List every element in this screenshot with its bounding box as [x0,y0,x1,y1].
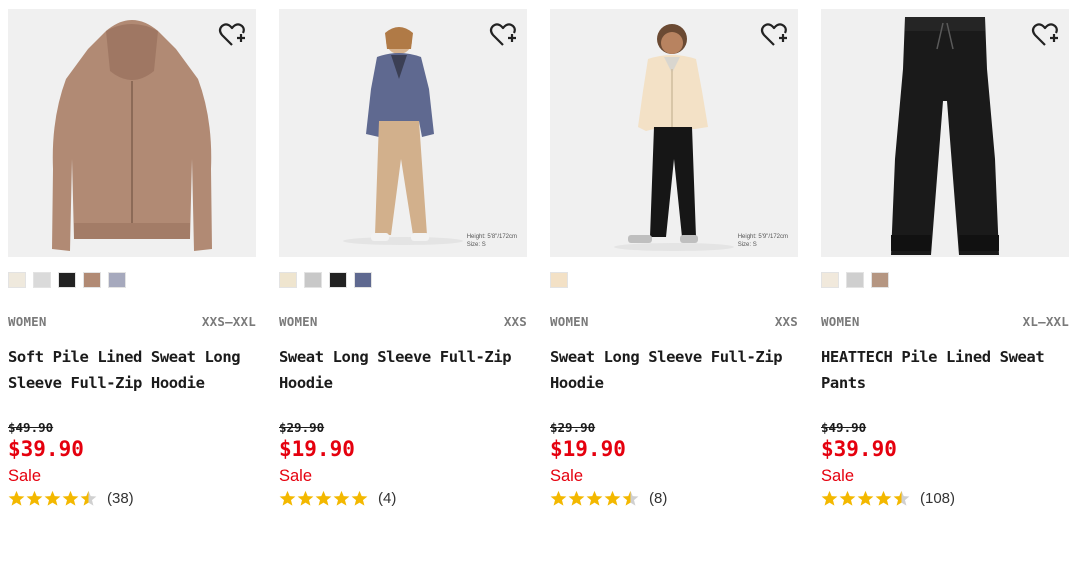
product-meta: WOMEN XXS–XXL [8,314,256,330]
sale-price: $39.90 [821,437,897,461]
size-range: XL–XXL [1022,314,1069,329]
star-icon [8,490,25,506]
original-price: $29.90 [279,420,325,435]
star-icon [821,490,838,506]
star-icon [875,490,892,506]
color-swatch[interactable] [329,272,347,288]
color-swatches [8,272,256,288]
review-count[interactable]: (108) [920,490,955,507]
original-price: $49.90 [821,420,867,435]
star-rating [279,490,368,507]
heart-plus-icon[interactable] [218,21,246,49]
size-range: XXS [774,314,798,329]
product-image[interactable] [821,9,1069,257]
sale-flag: Sale [279,467,313,485]
star-icon [568,490,585,506]
star-icon [26,490,43,506]
product-image[interactable]: Height: 5'8"/172cm Size: S [279,9,527,257]
review-count[interactable]: (4) [378,490,396,507]
rating: (8) [550,487,798,509]
color-swatches [550,272,798,288]
color-swatch[interactable] [846,272,864,288]
review-count[interactable]: (38) [107,490,134,507]
product-card[interactable]: Height: 5'8"/172cm Size: S WOMEN XXS Swe… [279,9,527,509]
category-label: WOMEN [550,314,589,329]
color-swatch[interactable] [821,272,839,288]
product-name[interactable]: HEATTECH Pile Lined Sweat Pants [821,344,1069,420]
product-meta: WOMEN XL–XXL [821,314,1069,330]
star-rating [550,490,639,507]
sale-price: $19.90 [279,437,355,461]
star-rating [8,490,97,507]
star-icon [857,490,874,506]
star-icon [315,490,332,506]
color-swatch[interactable] [58,272,76,288]
size-range: XXS [503,314,527,329]
sale-flag: Sale [550,467,584,485]
category-label: WOMEN [821,314,860,329]
rating: (108) [821,487,1069,509]
product-name[interactable]: Soft Pile Lined Sweat Long Sleeve Full-Z… [8,344,256,420]
star-icon [62,490,79,506]
star-icon [550,490,567,506]
product-card[interactable]: WOMEN XL–XXL HEATTECH Pile Lined Sweat P… [821,9,1069,509]
color-swatch[interactable] [304,272,322,288]
heart-plus-icon[interactable] [489,21,517,49]
product-name[interactable]: Sweat Long Sleeve Full-Zip Hoodie [279,344,527,420]
model-size: Size: S [466,242,486,248]
color-swatch[interactable] [550,272,568,288]
heart-plus-icon[interactable] [1031,21,1059,49]
rating: (4) [279,487,527,509]
star-icon [893,490,910,506]
product-card[interactable]: WOMEN XXS–XXL Soft Pile Lined Sweat Long… [8,9,256,509]
original-price: $49.90 [8,420,54,435]
color-swatches [279,272,527,288]
color-swatch[interactable] [871,272,889,288]
model-size: Size: S [737,242,757,248]
review-count[interactable]: (8) [649,490,667,507]
product-meta: WOMEN XXS [550,314,798,330]
star-icon [279,490,296,506]
color-swatch[interactable] [83,272,101,288]
category-label: WOMEN [279,314,318,329]
heart-plus-icon[interactable] [760,21,788,49]
star-icon [44,490,61,506]
model-height: Height: 5'9"/172cm [737,234,788,240]
star-icon [622,490,639,506]
model-size-caption: Height: 5'8"/172cm Size: S [467,233,517,249]
color-swatch[interactable] [108,272,126,288]
product-grid: WOMEN XXS–XXL Soft Pile Lined Sweat Long… [8,9,1069,509]
category-label: WOMEN [8,314,47,329]
star-icon [333,490,350,506]
star-icon [839,490,856,506]
color-swatch[interactable] [33,272,51,288]
original-price: $29.90 [550,420,596,435]
star-rating [821,490,910,507]
product-meta: WOMEN XXS [279,314,527,330]
star-icon [586,490,603,506]
star-icon [351,490,368,506]
product-card[interactable]: Height: 5'9"/172cm Size: S WOMEN XXS Swe… [550,9,798,509]
color-swatch[interactable] [354,272,372,288]
color-swatches [821,272,1069,288]
color-swatch[interactable] [8,272,26,288]
sale-price: $39.90 [8,437,84,461]
star-icon [604,490,621,506]
model-size-caption: Height: 5'9"/172cm Size: S [738,233,788,249]
size-range: XXS–XXL [201,314,256,329]
product-image[interactable]: Height: 5'9"/172cm Size: S [550,9,798,257]
product-name[interactable]: Sweat Long Sleeve Full-Zip Hoodie [550,344,798,420]
star-icon [297,490,314,506]
color-swatch[interactable] [279,272,297,288]
product-image[interactable] [8,9,256,257]
rating: (38) [8,487,256,509]
sale-price: $19.90 [550,437,626,461]
model-height: Height: 5'8"/172cm [466,234,517,240]
star-icon [80,490,97,506]
sale-flag: Sale [821,467,855,485]
sale-flag: Sale [8,467,42,485]
